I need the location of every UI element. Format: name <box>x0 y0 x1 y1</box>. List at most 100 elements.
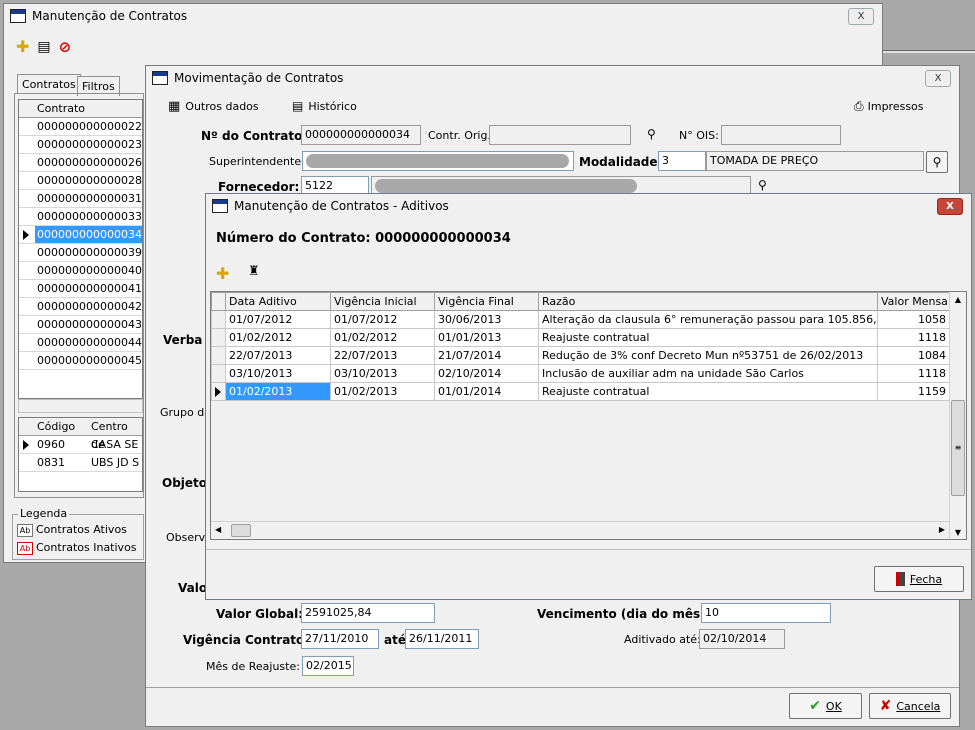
table-cell[interactable]: 1118 <box>877 328 950 347</box>
column-header[interactable]: Data Aditivo <box>225 292 331 311</box>
column-header[interactable]: Valor Mensa <box>877 292 950 311</box>
contract-list-item[interactable]: 000000000000031 <box>19 190 142 208</box>
table-cell[interactable]: Alteração da clausula 6° remuneração pas… <box>538 310 878 329</box>
table-cell[interactable]: 01/02/2012 <box>330 328 435 347</box>
printer-icon: ⎙ <box>854 99 864 113</box>
contract-list-item[interactable]: 000000000000028 <box>19 172 142 190</box>
mes-reajuste-field[interactable]: 02/2015 <box>302 656 354 676</box>
modalidade-code-field[interactable]: 3 <box>658 151 706 171</box>
vencimento-field[interactable]: 10 <box>701 603 831 623</box>
scroll-right-icon[interactable]: ▶ <box>939 525 945 534</box>
table-cell[interactable]: Inclusão de auxiliar adm na unidade São … <box>538 364 878 383</box>
table-cell[interactable]: 01/02/2013 <box>330 382 435 401</box>
table-cell[interactable]: 1118 <box>877 364 950 383</box>
grupo-label: Grupo de <box>160 406 211 419</box>
center-list-item[interactable]: 0960 CASA SE <box>19 436 142 454</box>
contract-list-item[interactable]: 000000000000042 <box>19 298 142 316</box>
table-row[interactable]: 01/02/2013 01/02/2013 01/01/2014 Reajuste c… <box>211 382 950 401</box>
table-cell[interactable]: 1058 <box>877 310 950 329</box>
contract-list-item[interactable]: 000000000000023 <box>19 136 142 154</box>
num-contrato-field[interactable]: 000000000000034 <box>301 125 421 145</box>
contracts-list[interactable]: Contrato 000000000000022 000000000000023 0… <box>18 99 143 399</box>
contract-list-item[interactable]: 000000000000026 <box>19 154 142 172</box>
vigencia-inicio-field[interactable]: 27/11/2010 <box>301 629 379 649</box>
table-cell[interactable]: Reajuste contratual <box>538 382 878 401</box>
contract-list-item[interactable]: 000000000000022 <box>19 118 142 136</box>
scroll-down-icon[interactable]: ▼ <box>950 528 966 537</box>
main-close-button[interactable]: X <box>848 8 874 25</box>
centers-header: Código Centro de <box>19 418 142 451</box>
contracts-hscroll[interactable] <box>18 399 143 413</box>
table-cell[interactable]: 01/07/2012 <box>225 310 331 329</box>
plus-icon[interactable]: ✚ <box>16 37 29 56</box>
table-row[interactable]: 01/07/2012 01/07/2012 30/06/2013 Alteração … <box>211 310 950 329</box>
valor-global-label: Valor Global: <box>216 607 303 621</box>
plus-icon[interactable]: ✚ <box>216 264 229 283</box>
nois-field[interactable] <box>721 125 841 145</box>
table-cell[interactable]: 01/07/2012 <box>330 310 435 329</box>
centers-list[interactable]: Código Centro de 0960 CASA SE 0831 UBS JD S <box>18 417 143 492</box>
contract-list-item[interactable]: 000000000000041 <box>19 280 142 298</box>
historico-button[interactable]: ▤ Histórico <box>292 99 357 113</box>
table-cell[interactable]: 01/02/2013 <box>225 382 331 401</box>
vigencia-fim-field[interactable]: 26/11/2011 <box>405 629 479 649</box>
contract-list-item[interactable]: 000000000000039 <box>19 244 142 262</box>
table-cell[interactable]: Redução de 3% conf Decreto Mun nº53751 d… <box>538 346 878 365</box>
table-cell[interactable]: 22/07/2013 <box>225 346 331 365</box>
scroll-thumb[interactable]: ≡ <box>951 400 965 496</box>
superintendente-field[interactable] <box>302 151 574 171</box>
scroll-left-icon[interactable]: ◀ <box>215 525 221 534</box>
contract-list-item[interactable]: 000000000000044 <box>19 334 142 352</box>
grid-vertical-scrollbar[interactable]: ▲ ≡ ▼ <box>949 292 966 539</box>
table-cell[interactable]: 01/02/2012 <box>225 328 331 347</box>
table-cell[interactable]: 03/10/2013 <box>225 364 331 383</box>
contract-list-item[interactable]: 000000000000045 <box>19 352 142 370</box>
column-header[interactable]: Vigência Final <box>434 292 539 311</box>
table-cell[interactable]: 01/01/2013 <box>434 328 539 347</box>
table-cell[interactable]: 1084 <box>877 346 950 365</box>
movimentacao-close-button[interactable]: X <box>925 70 951 87</box>
contract-list-item[interactable]: 000000000000033 <box>19 208 142 226</box>
tab-contratos[interactable]: Contratos <box>17 74 81 94</box>
contr-orig-field[interactable] <box>489 125 631 145</box>
row-indicator-icon <box>23 440 29 450</box>
table-row[interactable]: 03/10/2013 03/10/2013 02/10/2014 Inclusão d… <box>211 364 950 383</box>
grid-horizontal-scrollbar[interactable]: ◀ ▶ <box>211 521 949 539</box>
table-cell[interactable]: 21/07/2014 <box>434 346 539 365</box>
cancela-button[interactable]: ✘ Cancela <box>869 693 951 719</box>
impressos-button[interactable]: ⎙ Impressos <box>854 99 924 114</box>
outros-dados-button[interactable]: ▦ Outros dados <box>168 99 259 114</box>
table-cell[interactable]: 22/07/2013 <box>330 346 435 365</box>
table-cell[interactable]: 02/10/2014 <box>434 364 539 383</box>
aditivos-close-button[interactable]: X <box>937 198 963 215</box>
hscroll-thumb[interactable] <box>231 524 251 537</box>
contract-list-item[interactable]: 000000000000043 <box>19 316 142 334</box>
scroll-up-icon[interactable]: ▲ <box>950 292 966 308</box>
table-cell[interactable]: Reajuste contratual <box>538 328 878 347</box>
movimentacao-title: Movimentação de Contratos <box>174 71 344 85</box>
binoculars-icon[interactable]: ⚲ <box>758 178 767 192</box>
valor-global-field[interactable]: 2591025,84 <box>301 603 435 623</box>
fornecedor-label: Fornecedor: <box>218 180 300 194</box>
contract-list-item[interactable]: 000000000000034 <box>19 226 142 244</box>
aditivos-grid[interactable]: Data Aditivo Vigência Inicial Vigência F… <box>211 292 950 401</box>
table-row[interactable]: 01/02/2012 01/02/2012 01/01/2013 Reajuste c… <box>211 328 950 347</box>
center-list-item[interactable]: 0831 UBS JD S <box>19 454 142 472</box>
cancel-icon[interactable]: ⊘ <box>59 38 72 56</box>
table-cell[interactable]: 30/06/2013 <box>434 310 539 329</box>
modalidade-search-button[interactable]: ⚲ <box>926 151 948 173</box>
table-cell[interactable]: 01/01/2014 <box>434 382 539 401</box>
contract-list-item[interactable]: 000000000000040 <box>19 262 142 280</box>
aditivos-titlebar: Manutenção de Contratos - Aditivos X <box>206 194 971 218</box>
binoculars-icon[interactable]: ⚲ <box>647 127 656 141</box>
find-icon[interactable]: ▤ <box>37 39 50 55</box>
fecha-button[interactable]: Fecha <box>874 566 964 592</box>
table-cell[interactable]: 03/10/2013 <box>330 364 435 383</box>
trash-icon[interactable]: ♜ <box>248 264 260 279</box>
column-header[interactable]: Vigência Inicial <box>330 292 435 311</box>
column-header[interactable]: Razão <box>538 292 878 311</box>
ok-button[interactable]: ✔ OK <box>789 693 862 719</box>
table-cell[interactable]: 1159 <box>877 382 950 401</box>
objeto-label: Objeto/ <box>162 476 212 490</box>
table-row[interactable]: 22/07/2013 22/07/2013 21/07/2014 Redução de… <box>211 346 950 365</box>
